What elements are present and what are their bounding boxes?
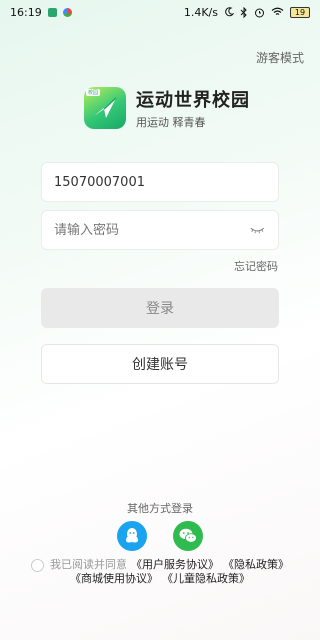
agreement-checkbox[interactable] [31,558,44,572]
user-service-agreement-link[interactable]: 《用户服务协议》 [131,558,219,572]
guest-mode-link[interactable]: 游客模式 [256,49,304,66]
wechat-icon [179,528,197,543]
alarm-icon [255,8,264,17]
agreement-prefix: 我已阅读并同意 [50,558,127,571]
agreement-line-2: 《商城使用协议》 《儿童隐私政策》 [0,572,320,586]
child-privacy-policy-link[interactable]: 《儿童隐私政策》 [162,572,250,586]
create-account-button[interactable]: 创建账号 [41,344,279,384]
eye-closed-icon[interactable] [249,225,266,235]
bluetooth-icon [240,6,247,18]
sport-arrow-icon [94,97,117,118]
logo-badge: 校园 [86,89,101,96]
password-input[interactable] [54,222,250,238]
password-field-box[interactable] [41,210,279,250]
agreement-line-1: 我已阅读并同意 《用户服务协议》 《隐私政策》 [0,558,320,572]
status-time: 16:19 [10,5,42,19]
qq-icon [126,528,138,543]
phone-input[interactable] [54,174,266,190]
social-login-row [0,521,320,551]
forgot-password-link[interactable]: 忘记密码 [234,258,278,274]
other-login-label: 其他方式登录 [127,502,193,515]
moon-icon [225,7,234,17]
brand-name: 运动世界校园 [136,90,250,111]
wechat-login-button[interactable] [173,521,203,551]
status-bar: 16:19 1.4K/s 19 [0,0,320,24]
battery-indicator: 19 [290,6,310,18]
status-left: 16:19 [10,6,72,19]
network-speed: 1.4K/s [183,5,218,19]
agreement-section: 我已阅读并同意 《用户服务协议》 《隐私政策》 《商城使用协议》 《儿童隐私政策》 [0,558,320,586]
status-right: 1.4K/s 19 [184,6,310,19]
wifi-icon [271,7,284,15]
brand-slogan: 用运动 释青春 [136,116,206,129]
login-button[interactable]: 登录 [41,288,279,328]
mall-usage-agreement-link[interactable]: 《商城使用协议》 [70,572,158,586]
phone-field-box[interactable] [41,162,279,202]
privacy-policy-link[interactable]: 《隐私政策》 [223,558,289,572]
brand-text: 运动世界校园 用运动 释青春 [136,86,250,130]
shield-icon [47,7,57,17]
app-logo-icon: 校园 [84,87,126,129]
qq-login-button[interactable] [117,521,147,551]
brand-logo: 校园 运动世界校园 用运动 释青春 [84,86,250,130]
app-notification-icon [62,7,72,17]
